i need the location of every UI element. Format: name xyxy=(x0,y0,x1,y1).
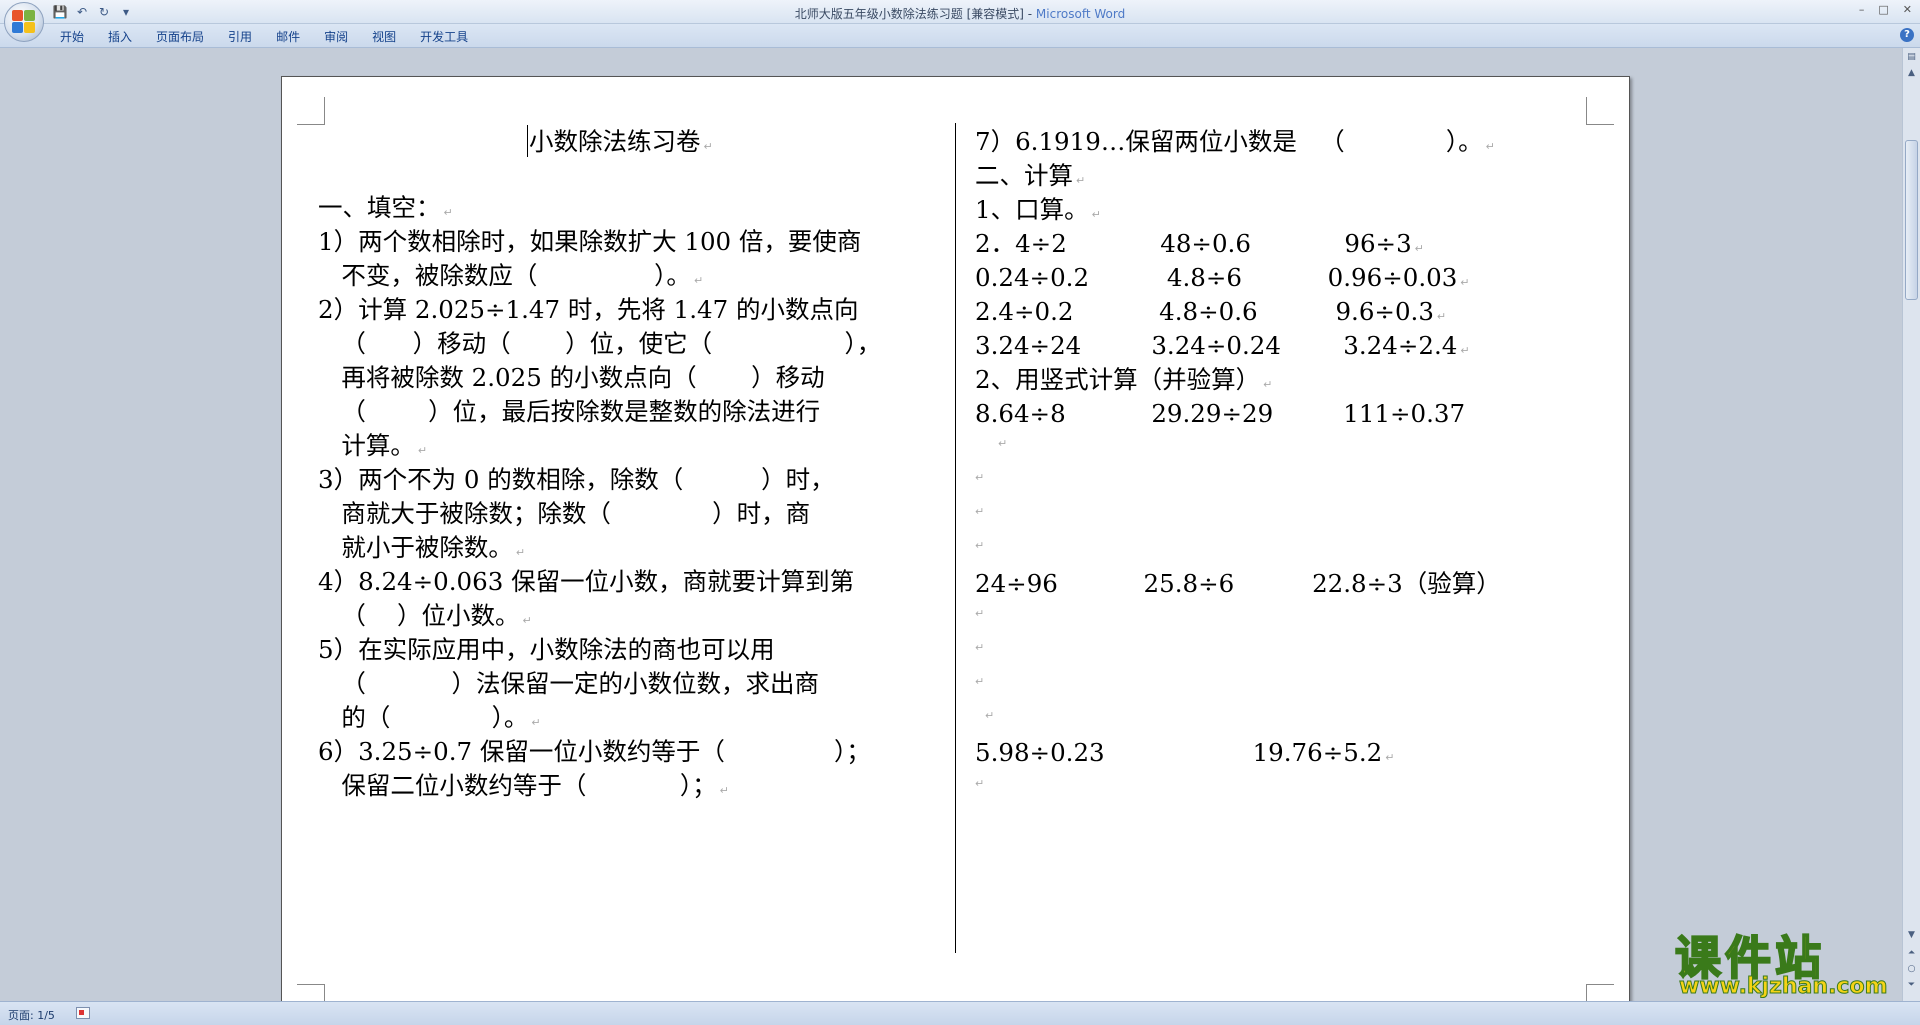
maximize-icon[interactable]: □ xyxy=(1878,3,1888,16)
right-line-6: 3.24÷24 3.24÷0.24 3.24÷2.4 ↵ xyxy=(975,331,1470,360)
window-title: 北师大版五年级小数除法练习题 [兼容模式] - Microsoft Word xyxy=(0,5,1920,22)
document-workspace[interactable]: 小数除法练习卷 ↵ 一、填空： ↵ 1）两个数相除时，如果除数扩大 100 倍，要使… xyxy=(0,48,1902,1001)
margin-corner-bottom-right xyxy=(1586,984,1614,1001)
tab-review[interactable]: 审阅 xyxy=(314,28,362,46)
empty-paragraph-mark: ↵ xyxy=(975,777,985,790)
left-line-12: （ ）位小数。 ↵ xyxy=(318,601,532,630)
column-divider xyxy=(955,123,956,953)
empty-paragraph-mark: ↵ xyxy=(975,607,985,620)
help-icon[interactable]: ? xyxy=(1900,28,1914,42)
left-line-15: 的（ ）。 ↵ xyxy=(318,703,541,732)
next-page-icon[interactable]: ⏷ xyxy=(1905,978,1918,992)
left-line-3: 2）计算 2.025÷1.47 时，先将 1.47 的小数点向 xyxy=(318,295,859,324)
left-line-9: 商就大于被除数；除数（ ）时，商 xyxy=(318,499,811,528)
left-line-0: 一、填空： ↵ xyxy=(318,193,453,222)
close-icon[interactable]: ✕ xyxy=(1903,3,1912,16)
margin-corner-bottom-left xyxy=(297,984,325,1001)
empty-paragraph-mark: ↵ xyxy=(975,505,985,518)
left-line-14: （ ）法保留一定的小数位数，求出商 xyxy=(318,669,820,698)
right-line-4: 0.24÷0.2 4.8÷6 0.96÷0.03 ↵ xyxy=(975,263,1470,292)
tab-references[interactable]: 引用 xyxy=(218,28,266,46)
office-button[interactable] xyxy=(4,2,44,42)
left-line-11: 4）8.24÷0.063 保留一位小数，商就要计算到第 xyxy=(318,567,855,596)
tab-view[interactable]: 视图 xyxy=(362,28,410,46)
margin-corner-top-right xyxy=(1586,97,1614,125)
app-name: Microsoft Word xyxy=(1035,7,1126,21)
page-count-status[interactable]: 页面: 1/5 xyxy=(8,1007,55,1023)
watermark-url: www.kjzhan.com xyxy=(1679,974,1889,1000)
select-browse-object-icon[interactable]: ○ xyxy=(1905,962,1918,976)
document-title: 北师大版五年级小数除法练习题 [兼容模式] - xyxy=(794,7,1036,21)
left-line-2: 不变，被除数应（ ）。 ↵ xyxy=(318,261,704,290)
previous-page-icon[interactable]: ⏶ xyxy=(1905,946,1918,960)
margin-corner-top-left xyxy=(297,97,325,125)
tab-developer[interactable]: 开发工具 xyxy=(410,28,482,46)
right-line-8: 8.64÷8 29.29÷29 111÷0.37 xyxy=(975,399,1466,428)
right-line-7: 2、用竖式计算（并验算） ↵ xyxy=(975,365,1273,394)
ribbon-tabs: 开始 插入 页面布局 引用 邮件 审阅 视图 开发工具 xyxy=(50,28,482,46)
empty-paragraph-mark: ↵ xyxy=(998,437,1008,450)
empty-paragraph-mark: ↵ xyxy=(975,539,985,552)
left-line-6: （ ）位，最后按除数是整数的除法进行 xyxy=(318,397,821,426)
vertical-scrollbar[interactable]: ▤ ▲ ▼ ⏶ ○ ⏷ xyxy=(1902,48,1920,1001)
title-bar: 💾 ↶ ↻ ▾ 北师大版五年级小数除法练习题 [兼容模式] - Microsof… xyxy=(0,0,1920,24)
right-line-3: 2．4÷2 48÷0.6 96÷3 ↵ xyxy=(975,229,1424,258)
left-line-13: 5）在实际应用中，小数除法的商也可以用 xyxy=(318,635,775,664)
minimize-icon[interactable]: – xyxy=(1859,3,1865,16)
right-line-10: 5.98÷0.23 19.76÷5.2 ↵ xyxy=(975,738,1395,767)
site-watermark: 课件站 www.kjzhan.com xyxy=(1665,922,1905,1002)
tab-home[interactable]: 开始 xyxy=(50,28,98,46)
window-controls: – □ ✕ xyxy=(1859,3,1912,16)
left-line-4: （ ）移动（ ）位，使它（ ）， xyxy=(318,329,882,358)
text-cursor xyxy=(527,125,528,157)
left-line-17: 保留二位小数约等于（ ）； ↵ xyxy=(318,771,729,800)
document-page[interactable]: 小数除法练习卷 ↵ 一、填空： ↵ 1）两个数相除时，如果除数扩大 100 倍，要使… xyxy=(281,76,1630,1001)
right-line-5: 2.4÷0.2 4.8÷0.6 9.6÷0.3 ↵ xyxy=(975,297,1447,326)
left-line-10: 就小于被除数。 ↵ xyxy=(318,533,526,562)
status-bar: 页面: 1/5 xyxy=(0,1001,1920,1025)
left-line-16: 6）3.25÷0.7 保留一位小数约等于（ ）； xyxy=(318,737,871,766)
tab-page-layout[interactable]: 页面布局 xyxy=(146,28,218,46)
proofing-status-icon[interactable] xyxy=(76,1007,90,1019)
tab-mailings[interactable]: 邮件 xyxy=(266,28,314,46)
right-line-2: 1、口算。 ↵ xyxy=(975,195,1101,224)
empty-paragraph-mark: ↵ xyxy=(985,709,995,722)
office-logo-icon xyxy=(12,10,36,34)
right-line-9: 24÷96 25.8÷6 22.8÷3（验算） xyxy=(975,569,1501,598)
ruler-toggle-icon[interactable]: ▤ xyxy=(1905,50,1918,64)
empty-paragraph-mark: ↵ xyxy=(975,471,985,484)
right-line-0: 7）6.1919…保留两位小数是 （ ）。 ↵ xyxy=(975,127,1495,156)
empty-paragraph-mark: ↵ xyxy=(975,641,985,654)
tab-insert[interactable]: 插入 xyxy=(98,28,146,46)
document-title-heading: 小数除法练习卷 ↵ xyxy=(529,127,713,156)
left-line-7: 计算。 ↵ xyxy=(318,431,428,460)
scrollbar-thumb[interactable] xyxy=(1905,140,1918,300)
left-line-8: 3）两个不为 0 的数相除，除数（ ）时， xyxy=(318,465,835,494)
scroll-down-icon[interactable]: ▼ xyxy=(1905,928,1918,942)
ribbon: 开始 插入 页面布局 引用 邮件 审阅 视图 开发工具 ? xyxy=(0,24,1920,48)
right-line-1: 二、计算 ↵ xyxy=(975,161,1086,190)
left-line-5: 再将被除数 2.025 的小数点向（ ）移动 xyxy=(318,363,825,392)
left-line-1: 1）两个数相除时，如果除数扩大 100 倍，要使商 xyxy=(318,227,862,256)
empty-paragraph-mark: ↵ xyxy=(975,675,985,688)
scroll-up-icon[interactable]: ▲ xyxy=(1905,66,1918,80)
